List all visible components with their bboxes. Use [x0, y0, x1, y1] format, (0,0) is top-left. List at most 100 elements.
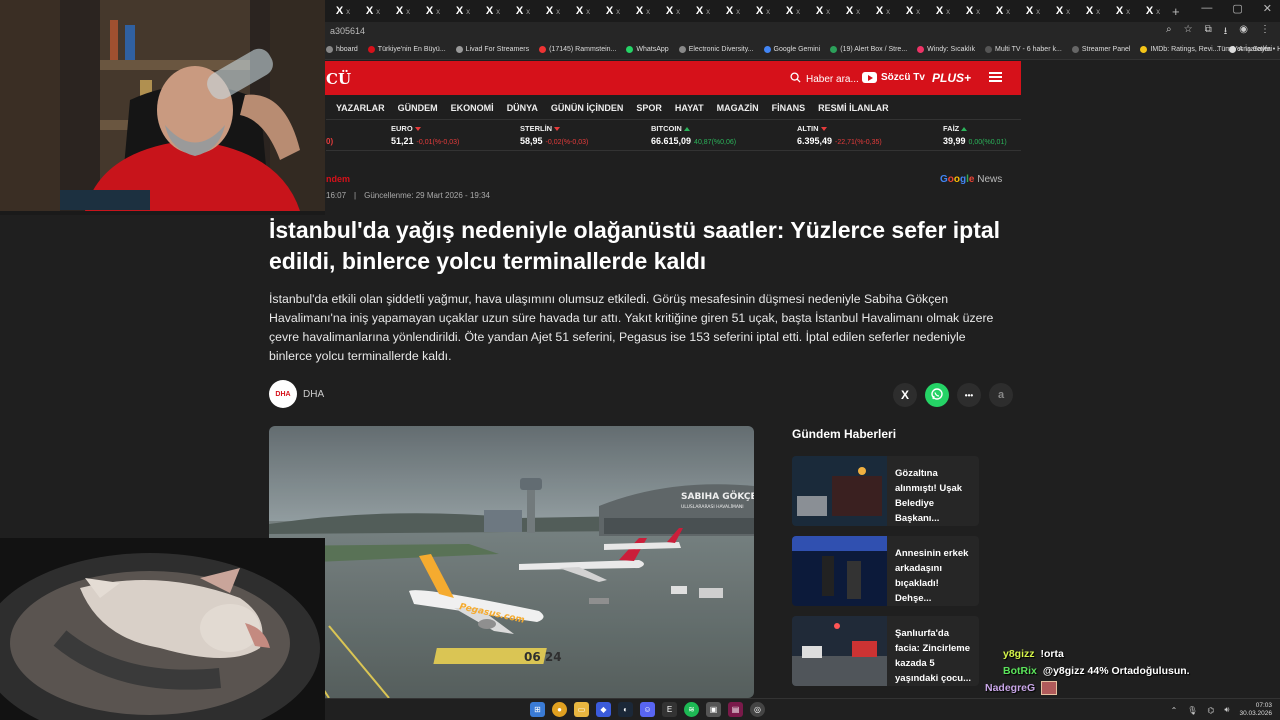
bookmark-item[interactable]: Streamer Panel	[1071, 46, 1130, 53]
ticker-item[interactable]: ALTIN 6.395,49 -22,71(%-0,35)	[797, 124, 882, 146]
tab-close-icon[interactable]: x	[616, 7, 620, 16]
star-icon[interactable]: ☆	[1184, 24, 1193, 41]
ticker-item[interactable]: BITCOIN 66.615,09 40,87(%0,06)	[651, 124, 736, 146]
file-explorer-icon[interactable]: ▭	[574, 702, 589, 717]
browser-tab[interactable]: Xx	[598, 2, 628, 20]
url-text[interactable]: a305614	[330, 26, 365, 36]
tab-close-icon[interactable]: x	[1036, 7, 1040, 16]
nav-item[interactable]: GÜNÜN İÇİNDEN	[551, 103, 624, 113]
browser-tab[interactable]: Xx	[748, 2, 778, 20]
font-size-button[interactable]: a	[989, 383, 1013, 407]
tab-close-icon[interactable]: x	[556, 7, 560, 16]
browser-tab[interactable]: Xx	[1048, 2, 1078, 20]
close-window-icon[interactable]: ✕	[1263, 2, 1272, 15]
browser-tab[interactable]: Xx	[418, 2, 448, 20]
bookmark-item[interactable]: IMDb: Ratings, Revi...	[1140, 46, 1219, 53]
browser-tab[interactable]: Xx	[628, 2, 658, 20]
tab-close-icon[interactable]: x	[856, 7, 860, 16]
tab-close-icon[interactable]: x	[646, 7, 650, 16]
ticker-item[interactable]: STERLİN 58,95 -0,02(%-0,03)	[520, 124, 588, 146]
nav-item[interactable]: RESMİ İLANLAR	[818, 103, 889, 113]
hamburger-menu-icon[interactable]	[989, 72, 1002, 82]
tab-close-icon[interactable]: x	[586, 7, 590, 16]
maximize-icon[interactable]: ▢	[1232, 2, 1242, 15]
browser-tab[interactable]: Xx	[808, 2, 838, 20]
tab-close-icon[interactable]: x	[1156, 7, 1160, 16]
bookmark-item[interactable]: (17145) Rammstein...	[539, 46, 616, 53]
nav-item[interactable]: GÜNDEM	[398, 103, 438, 113]
obs-icon[interactable]: ◎	[750, 702, 765, 717]
tab-close-icon[interactable]: x	[526, 7, 530, 16]
chat-username[interactable]: y8gizz	[1003, 648, 1035, 660]
zoom-icon[interactable]: ⌕	[1166, 24, 1172, 41]
app-icon-blue[interactable]: ◆	[596, 702, 611, 717]
browser-tab[interactable]: Xx	[1138, 2, 1168, 20]
volume-icon[interactable]: 🔊︎	[1224, 705, 1229, 715]
tab-close-icon[interactable]: x	[946, 7, 950, 16]
tab-close-icon[interactable]: x	[496, 7, 500, 16]
nav-item[interactable]: YAZARLAR	[336, 103, 385, 113]
browser-tab[interactable]: Xx	[898, 2, 928, 20]
tab-close-icon[interactable]: x	[466, 7, 470, 16]
windows-start-icon[interactable]: ⊞	[530, 702, 545, 717]
nav-item[interactable]: HAYAT	[675, 103, 704, 113]
nav-item[interactable]: FİNANS	[772, 103, 806, 113]
browser-tab[interactable]: Xx	[508, 2, 538, 20]
browser-tab[interactable]: Xx	[538, 2, 568, 20]
browser-tab[interactable]: Xx	[1108, 2, 1138, 20]
extensions-icon[interactable]: ⧉	[1205, 24, 1212, 41]
article-category[interactable]: ndem	[326, 174, 350, 184]
plus-link[interactable]: PLUS+	[932, 71, 971, 85]
browser-tab[interactable]: Xx	[778, 2, 808, 20]
share-x-button[interactable]: X	[893, 383, 917, 407]
nav-item[interactable]: SPOR	[636, 103, 662, 113]
browser-tab[interactable]: Xx	[658, 2, 688, 20]
tab-close-icon[interactable]: x	[736, 7, 740, 16]
browser-tab[interactable]: Xx	[988, 2, 1018, 20]
sidebar-news-card[interactable]: Gözaltına alınmıştı! Uşak Belediye Başka…	[792, 456, 979, 526]
chrome-icon[interactable]: ●	[552, 702, 567, 717]
tab-close-icon[interactable]: x	[346, 7, 350, 16]
steam-icon[interactable]: ◐	[618, 702, 633, 717]
bookmark-item[interactable]: Windy: Sıcaklık	[917, 46, 975, 53]
bookmark-item[interactable]: Livad For Streamers	[455, 46, 529, 53]
browser-tab[interactable]: Xx	[568, 2, 598, 20]
tab-close-icon[interactable]: x	[916, 7, 920, 16]
spotify-icon[interactable]: ≋	[684, 702, 699, 717]
bookmark-item[interactable]: Electronic Diversity...	[678, 46, 754, 53]
tab-close-icon[interactable]: x	[1066, 7, 1070, 16]
bookmark-item[interactable]: (19) Alert Box / Stre...	[830, 46, 907, 53]
app-icon-grey[interactable]: ▣	[706, 702, 721, 717]
minimize-icon[interactable]: —	[1201, 2, 1212, 15]
all-bookmarks-button[interactable]: Tüm Yer İşaretleri	[1217, 46, 1272, 53]
kebab-menu-icon[interactable]: ⋮	[1260, 24, 1270, 41]
chat-username[interactable]: BotRix	[1003, 665, 1037, 677]
tab-close-icon[interactable]: x	[676, 7, 680, 16]
browser-tab[interactable]: Xx	[718, 2, 748, 20]
tab-close-icon[interactable]: x	[1006, 7, 1010, 16]
bookmark-item[interactable]: hboard	[326, 46, 358, 53]
chat-username[interactable]: NadegreG	[985, 682, 1035, 694]
bookmark-item[interactable]: Multi TV - 6 haber k...	[985, 46, 1062, 53]
browser-tab[interactable]: Xx	[448, 2, 478, 20]
discord-icon[interactable]: ☺	[640, 702, 655, 717]
site-logo[interactable]: CÜ	[326, 70, 351, 88]
browser-tab[interactable]: Xx	[1078, 2, 1108, 20]
tray-chevron-icon[interactable]: ⌃	[1171, 706, 1178, 715]
new-tab-button[interactable]: +	[1172, 4, 1180, 19]
browser-tab[interactable]: Xx	[478, 2, 508, 20]
browser-tab[interactable]: Xx	[928, 2, 958, 20]
browser-tab[interactable]: Xx	[328, 2, 358, 20]
browser-tab[interactable]: Xx	[358, 2, 388, 20]
google-news-link[interactable]: Google News	[940, 174, 1002, 185]
browser-tab[interactable]: Xx	[838, 2, 868, 20]
tab-close-icon[interactable]: x	[376, 7, 380, 16]
article-source[interactable]: DHA DHA	[269, 380, 324, 408]
sozcu-tv-link[interactable]: Sözcü Tv	[862, 72, 925, 83]
bookmark-item[interactable]: Türkiye'nin En Büyü...	[367, 46, 446, 53]
profile-icon[interactable]: ◉	[1239, 24, 1248, 41]
tab-close-icon[interactable]: x	[766, 7, 770, 16]
streaming-app-icon[interactable]: ▤	[728, 702, 743, 717]
ticker-item[interactable]: EURO 51,21 -0,01(%-0,03)	[391, 124, 459, 146]
nav-item[interactable]: MAGAZİN	[717, 103, 759, 113]
